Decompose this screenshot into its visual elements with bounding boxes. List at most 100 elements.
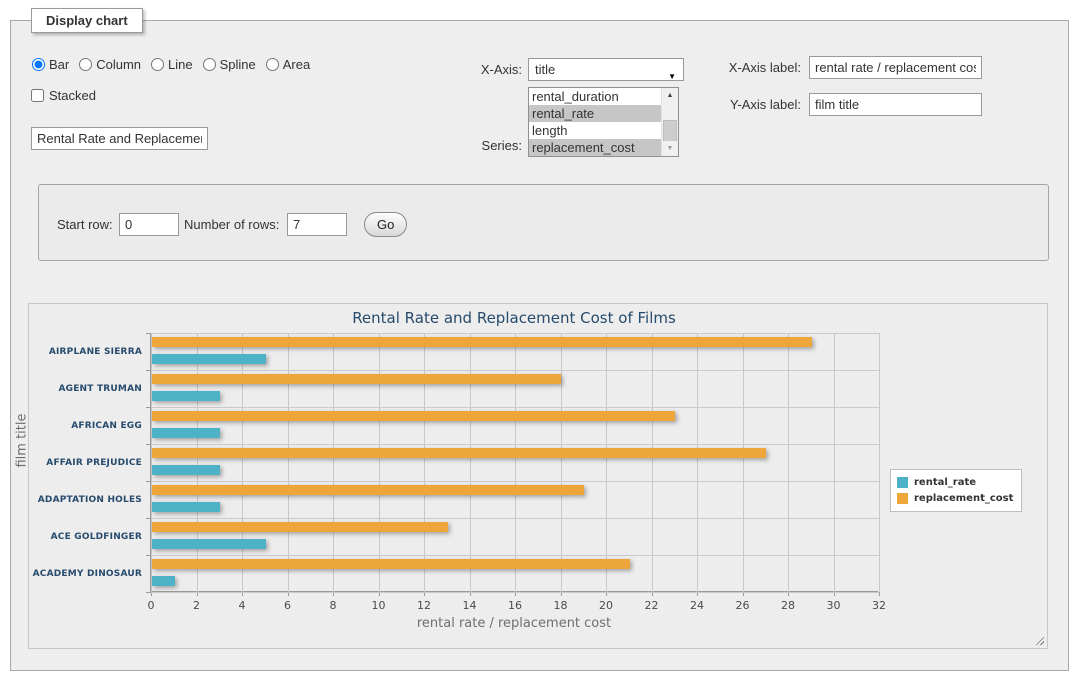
y-axis-title: film title bbox=[15, 341, 30, 541]
x-axis-tick-label: 0 bbox=[136, 599, 166, 612]
scroll-down-icon[interactable]: ▼ bbox=[662, 141, 678, 156]
bar-replacement_cost bbox=[152, 522, 448, 532]
chart-type-radio-bar[interactable] bbox=[32, 58, 45, 71]
start-row-input[interactable] bbox=[119, 213, 179, 236]
bar-replacement_cost bbox=[152, 559, 630, 569]
y-axis-label-caption: Y-Axis label: bbox=[691, 97, 801, 112]
series-listbox[interactable]: rental_durationrental_ratelengthreplacem… bbox=[528, 87, 679, 157]
x-axis-tick-label: 10 bbox=[364, 599, 394, 612]
x-axis-tick-label: 20 bbox=[591, 599, 621, 612]
y-axis-tick bbox=[146, 518, 151, 519]
chart-type-radio-label: Spline bbox=[220, 57, 256, 72]
gridline-vertical bbox=[561, 333, 562, 592]
x-axis-tick-label: 22 bbox=[637, 599, 667, 612]
gridline-vertical bbox=[197, 333, 198, 592]
chart-type-option-column[interactable]: Column bbox=[79, 57, 141, 72]
scrollbar-thumb[interactable] bbox=[663, 120, 677, 142]
chart-type-option-area[interactable]: Area bbox=[266, 57, 310, 72]
resize-grip-icon[interactable] bbox=[1034, 635, 1044, 645]
x-axis-label-input[interactable] bbox=[809, 56, 982, 79]
gridline-vertical bbox=[606, 333, 607, 592]
bar-replacement_cost bbox=[152, 374, 561, 384]
x-axis-tick-label: 14 bbox=[455, 599, 485, 612]
y-axis-tick bbox=[146, 555, 151, 556]
chart-container: Rental Rate and Replacement Cost of Film… bbox=[28, 303, 1048, 649]
x-axis-tick-label: 2 bbox=[182, 599, 212, 612]
chart-type-radio-label: Area bbox=[283, 57, 310, 72]
gridline-vertical bbox=[333, 333, 334, 592]
y-axis-label-input[interactable] bbox=[809, 93, 982, 116]
y-axis-tick bbox=[146, 333, 151, 334]
chart-title: Rental Rate and Replacement Cost of Film… bbox=[150, 309, 878, 327]
y-axis-tick bbox=[146, 592, 151, 593]
x-axis-tick-label: 28 bbox=[773, 599, 803, 612]
gridline-vertical bbox=[743, 333, 744, 592]
x-axis-select-label: X-Axis: bbox=[441, 62, 522, 77]
bar-rental_rate bbox=[152, 428, 220, 438]
gridline-horizontal bbox=[151, 555, 879, 556]
gridline-horizontal bbox=[151, 444, 879, 445]
x-axis-tick-label: 16 bbox=[500, 599, 530, 612]
category-label: AGENT TRUMAN bbox=[30, 370, 142, 407]
x-axis-tick-label: 6 bbox=[273, 599, 303, 612]
series-label: Series: bbox=[441, 138, 522, 153]
rows-panel: Start row: Number of rows: Go bbox=[38, 184, 1049, 261]
series-option-replacement_cost[interactable]: replacement_cost bbox=[529, 139, 661, 156]
chart-type-radio-label: Column bbox=[96, 57, 141, 72]
chart-type-radio-label: Line bbox=[168, 57, 193, 72]
bar-rental_rate bbox=[152, 502, 220, 512]
legend-item-replacement_cost[interactable]: replacement_cost bbox=[897, 490, 1013, 506]
chart-type-option-line[interactable]: Line bbox=[151, 57, 193, 72]
x-axis-tick-label: 18 bbox=[546, 599, 576, 612]
x-axis-label-caption: X-Axis label: bbox=[691, 60, 801, 75]
go-button[interactable]: Go bbox=[364, 212, 407, 237]
chevron-down-icon: ▼ bbox=[668, 66, 676, 87]
category-label: AIRPLANE SIERRA bbox=[30, 333, 142, 370]
legend-label: replacement_cost bbox=[914, 493, 1013, 504]
plot-area: 02468101214161820222426283032AIRPLANE SI… bbox=[150, 333, 878, 592]
category-label: AFRICAN EGG bbox=[30, 407, 142, 444]
gridline-vertical bbox=[652, 333, 653, 592]
bar-rental_rate bbox=[152, 539, 266, 549]
bar-rental_rate bbox=[152, 391, 220, 401]
chart-type-radio-spline[interactable] bbox=[203, 58, 216, 71]
legend-swatch bbox=[897, 477, 908, 488]
x-axis-tick-label: 30 bbox=[819, 599, 849, 612]
chart-type-option-bar[interactable]: Bar bbox=[32, 57, 69, 72]
legend-item-rental_rate[interactable]: rental_rate bbox=[897, 474, 1013, 490]
y-axis-tick bbox=[146, 444, 151, 445]
series-scrollbar[interactable]: ▲ ▼ bbox=[661, 88, 678, 156]
series-option-length[interactable]: length bbox=[529, 122, 661, 139]
bar-rental_rate bbox=[152, 576, 175, 586]
gridline-vertical bbox=[515, 333, 516, 592]
gridline-vertical bbox=[834, 333, 835, 592]
chart-type-radio-column[interactable] bbox=[79, 58, 92, 71]
y-axis-tick bbox=[146, 407, 151, 408]
gridline-vertical bbox=[242, 333, 243, 592]
chart-type-radio-area[interactable] bbox=[266, 58, 279, 71]
chart-type-radio-line[interactable] bbox=[151, 58, 164, 71]
bar-replacement_cost bbox=[152, 448, 766, 458]
scroll-up-icon[interactable]: ▲ bbox=[662, 88, 678, 103]
num-rows-input[interactable] bbox=[287, 213, 347, 236]
x-axis-select[interactable]: title ▼ bbox=[528, 58, 684, 81]
x-axis-title: rental rate / replacement cost bbox=[150, 616, 878, 631]
gridline-horizontal bbox=[151, 518, 879, 519]
panel-legend: Display chart bbox=[31, 8, 143, 33]
series-option-rental_duration[interactable]: rental_duration bbox=[529, 88, 661, 105]
x-axis-tick bbox=[879, 592, 880, 596]
x-axis-selected-value: title bbox=[535, 62, 555, 77]
chart-title-input[interactable] bbox=[31, 127, 208, 150]
gridline-horizontal bbox=[151, 407, 879, 408]
stacked-option[interactable]: Stacked bbox=[31, 88, 96, 103]
y-axis-tick bbox=[146, 370, 151, 371]
series-option-rental_rate[interactable]: rental_rate bbox=[529, 105, 661, 122]
gridline-vertical bbox=[470, 333, 471, 592]
x-axis-tick-label: 12 bbox=[409, 599, 439, 612]
stacked-checkbox[interactable] bbox=[31, 89, 44, 102]
chart-type-option-spline[interactable]: Spline bbox=[203, 57, 256, 72]
bar-replacement_cost bbox=[152, 337, 812, 347]
gridline-vertical bbox=[879, 333, 880, 592]
stacked-label: Stacked bbox=[49, 88, 96, 103]
bar-replacement_cost bbox=[152, 411, 675, 421]
